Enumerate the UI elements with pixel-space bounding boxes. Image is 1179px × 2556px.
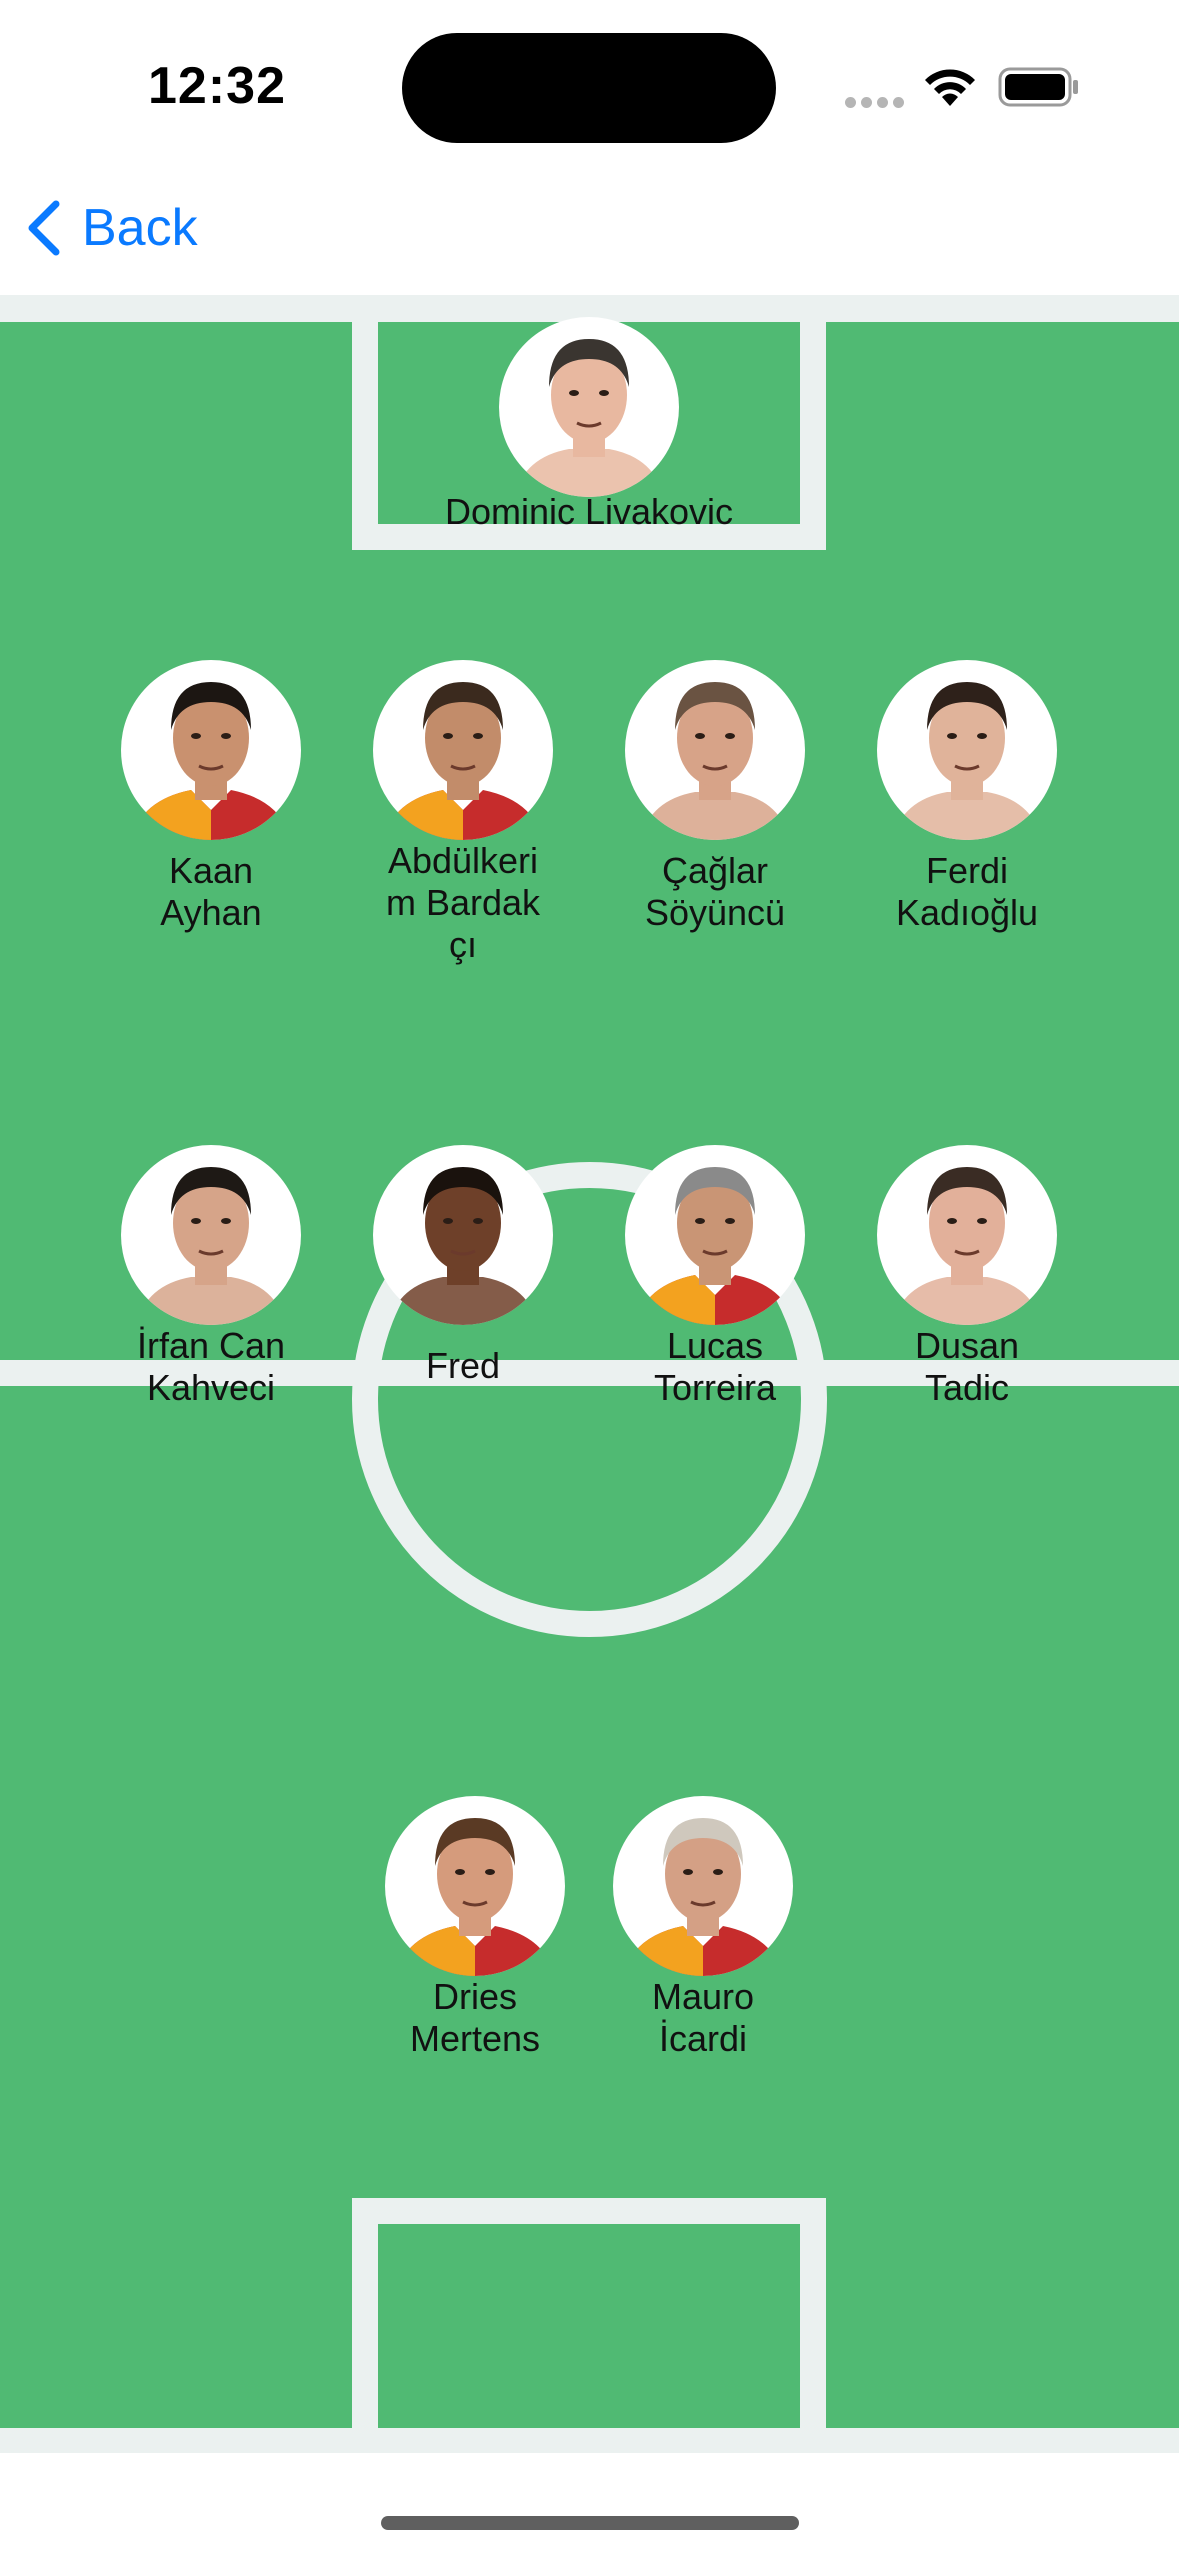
player-photo [499, 317, 679, 497]
player-portrait-icon [395, 1818, 555, 1976]
player-name: Kaan Ayhan [160, 850, 262, 933]
player-name: Çağlar Söyüncü [644, 850, 786, 933]
player-name: Dusan Tadic [914, 1325, 1020, 1408]
battery-icon [998, 67, 1078, 107]
player-portrait-icon [383, 682, 543, 840]
player-photo [373, 1145, 553, 1325]
player-portrait-icon [635, 1167, 795, 1325]
status-time: 12:32 [148, 57, 286, 115]
navigation-bar: Back [0, 170, 1179, 290]
player-midfielder[interactable]: Lucas Torreira [585, 1145, 845, 1409]
player-midfielder[interactable]: İrfan Can Kahveci [81, 1145, 341, 1409]
player-name: Ferdi Kadıoğlu [895, 850, 1039, 933]
wifi-icon [925, 69, 975, 106]
signal-icon [845, 95, 909, 113]
player-photo [613, 1796, 793, 1976]
player-defender[interactable]: Ferdi Kadıoğlu [837, 660, 1097, 934]
player-portrait-icon [892, 1167, 1042, 1325]
player-defender[interactable]: Kaan Ayhan [81, 660, 341, 934]
player-photo [625, 660, 805, 840]
player-portrait-icon [388, 1167, 538, 1325]
player-name: İrfan Can Kahveci [136, 1325, 286, 1408]
player-name: Mauro İcardi [651, 1976, 755, 2059]
player-portrait-icon [131, 682, 291, 840]
status-bar: 12:32 [0, 0, 1179, 170]
player-name: Fred [425, 1345, 501, 1386]
home-indicator[interactable] [381, 2516, 799, 2530]
player-name: Lucas Torreira [653, 1325, 777, 1408]
football-pitch: Dominic Livakovic Kaan Ayhan Abdülkerim … [0, 295, 1179, 2453]
player-forward[interactable]: Dries Mertens [345, 1796, 605, 2060]
player-forward[interactable]: Mauro İcardi [573, 1796, 833, 2060]
player-midfielder[interactable]: Fred [333, 1145, 593, 1387]
player-midfielder[interactable]: Dusan Tadic [837, 1145, 1097, 1409]
player-name: Dries Mertens [409, 1976, 541, 2059]
player-portrait-icon [623, 1818, 783, 1976]
player-portrait-icon [640, 682, 790, 840]
player-photo [625, 1145, 805, 1325]
back-button[interactable]: Back [24, 198, 198, 258]
player-photo [877, 660, 1057, 840]
player-portrait-icon [136, 1167, 286, 1325]
chevron-left-icon [28, 200, 60, 256]
player-photo [877, 1145, 1057, 1325]
player-portrait-icon [514, 339, 664, 497]
player-defender[interactable]: Abdülkerim Bardakçı [333, 660, 593, 966]
player-name: Abdülkerim Bardakçı [385, 840, 541, 965]
player-photo [373, 660, 553, 840]
player-defender[interactable]: Çağlar Söyüncü [585, 660, 845, 934]
player-photo [385, 1796, 565, 1976]
player-name: Dominic Livakovic [444, 491, 734, 532]
dynamic-island [402, 33, 776, 143]
back-label: Back [82, 199, 198, 257]
player-photo [121, 660, 301, 840]
player-photo [121, 1145, 301, 1325]
player-portrait-icon [892, 682, 1042, 840]
player-goalkeeper[interactable]: Dominic Livakovic [445, 317, 733, 533]
